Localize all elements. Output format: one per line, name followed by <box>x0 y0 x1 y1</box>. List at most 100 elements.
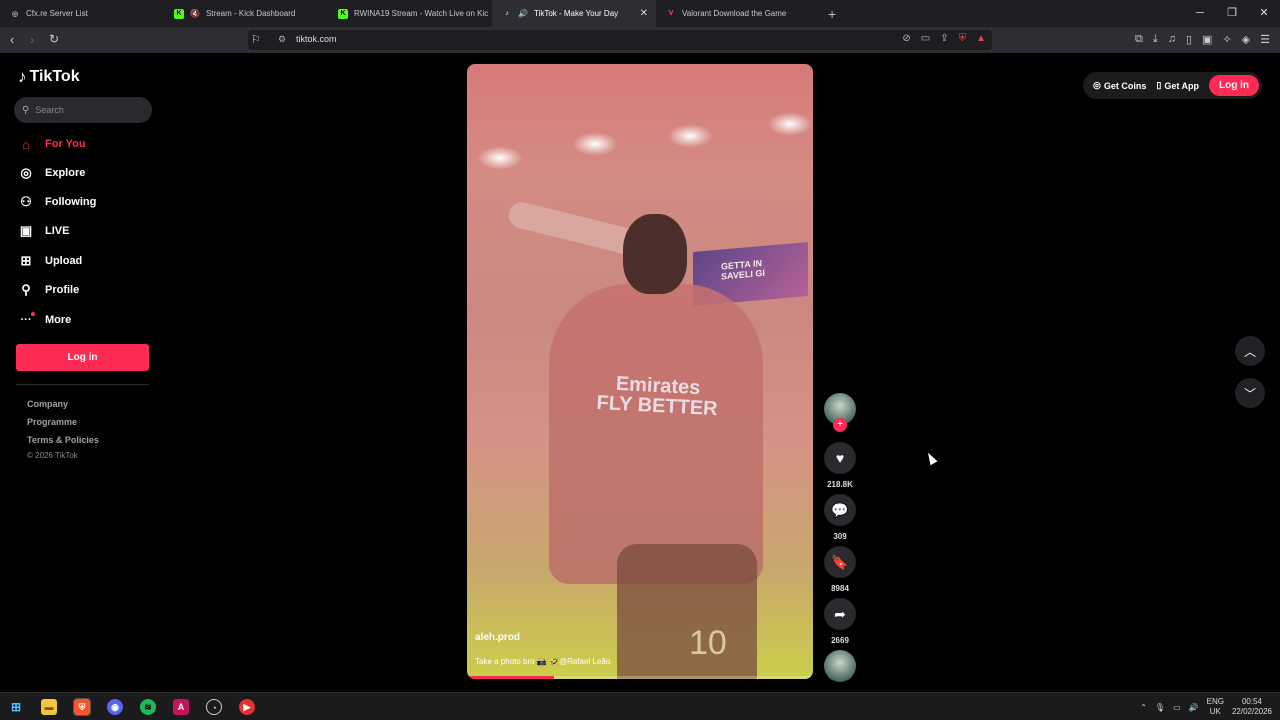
stadium-light <box>572 132 618 156</box>
app-red-icon[interactable]: ▶ <box>239 699 255 715</box>
forward-icon[interactable]: › <box>30 32 34 47</box>
system-tray: ⌃ 🎙 ▭ 🔊 ENG UK 00:54 22/02/2026 <box>1140 697 1272 717</box>
media-icon[interactable]: ♫ <box>1168 33 1176 46</box>
get-coins-button[interactable]: ◎ Get Coins <box>1093 80 1146 91</box>
save-button[interactable]: 🔖 <box>824 546 856 578</box>
cast-icon[interactable]: ▭ <box>921 33 930 44</box>
bookmark-icon[interactable]: ⚐ <box>251 33 261 46</box>
cfx-icon: ◎ <box>11 10 19 18</box>
chevron-up-icon[interactable]: ⌃ <box>1140 703 1147 712</box>
sidebar-item-for-you[interactable]: ⌂ For You <box>18 133 85 155</box>
translate-icon[interactable]: ⊘ <box>902 33 910 44</box>
search-icon: ⚲ <box>22 104 30 116</box>
comment-button[interactable]: 💬 <box>824 494 856 526</box>
follow-plus-icon[interactable]: + <box>833 418 847 432</box>
video-player[interactable]: GETTA IN SAVELI GI Emirates FLY BETTER 1… <box>467 64 813 679</box>
brave-rewards-icon[interactable]: ▲ <box>976 33 986 44</box>
brave-shield-icon[interactable]: ⛨ <box>959 33 967 44</box>
next-video-button[interactable]: ﹀ <box>1235 378 1265 408</box>
file-explorer-icon[interactable]: ▬ <box>41 699 57 715</box>
region-text: UK <box>1209 707 1221 716</box>
login-button[interactable]: Log in <box>16 344 149 371</box>
tab-title: Valorant Download the Game <box>682 9 787 18</box>
board-text: GETTA IN SAVELI GI <box>721 257 765 282</box>
vpn-icon[interactable]: ◈ <box>1242 33 1250 46</box>
like-button[interactable]: ♥ <box>824 442 856 474</box>
volume-icon[interactable]: 🔊 <box>1189 703 1199 712</box>
sidebar-item-upload[interactable]: ⊞ Upload <box>18 250 83 272</box>
tab-title: TikTok - Make Your Day <box>533 9 619 18</box>
footer-link-company[interactable]: Company <box>27 399 68 409</box>
restore-icon[interactable]: ❐ <box>1216 0 1248 27</box>
sidebar-item-explore[interactable]: ◎ Explore <box>18 162 85 184</box>
wallet-icon[interactable]: ▣ <box>1202 33 1212 46</box>
mute-icon[interactable]: 🔇 <box>190 9 200 18</box>
chevron-down-icon: ﹀ <box>1243 386 1256 401</box>
tiktok-note-icon: ♪ <box>18 67 27 86</box>
address-bar[interactable]: ⚐ ⚙ tiktok.com ⊘ ▭ ⇪ ⛨ ▲ <box>248 30 992 50</box>
sidebar-item-more[interactable]: ··· More <box>18 309 71 331</box>
video-username[interactable]: aleh.prod <box>475 632 520 643</box>
sidebar-item-live[interactable]: ▣ LIVE <box>18 220 70 242</box>
site-info-icon[interactable]: ⚙ <box>278 34 286 45</box>
compass-icon: ◎ <box>20 165 32 180</box>
new-tab-button[interactable]: + <box>828 6 836 22</box>
sidebar-item-label: LIVE <box>45 225 70 237</box>
menu-icon[interactable]: ☰ <box>1260 33 1270 46</box>
brave-browser-icon[interactable]: ⛨ <box>73 698 91 716</box>
close-window-icon[interactable]: ✕ <box>1248 0 1280 27</box>
phone-icon: ▯ <box>1156 80 1162 90</box>
tab-title: RWINA19 Stream - Watch Live on Kic <box>354 9 489 18</box>
tab-valorant[interactable]: V Valorant Download the Game <box>656 0 820 27</box>
bookmark-icon: 🔖 <box>831 553 849 570</box>
video-caption[interactable]: Take a photo bro 📸 🤣@Rafael Leão <box>475 657 610 666</box>
reload-icon[interactable]: ↻ <box>49 32 59 46</box>
url-text[interactable]: tiktok.com <box>296 34 337 44</box>
back-icon[interactable]: ‹ <box>10 32 14 47</box>
spotify-icon[interactable]: ≋ <box>140 699 156 715</box>
search-input[interactable] <box>35 105 136 115</box>
logo-text: TikTok <box>29 68 80 85</box>
footer-link-terms[interactable]: Terms & Policies <box>27 435 99 445</box>
heart-icon: ♥ <box>835 450 845 466</box>
tab-kick-dashboard[interactable]: K 🔇 Stream - Kick Dashboard <box>164 0 328 27</box>
sidebar-item-following[interactable]: ⚇ Following <box>18 191 96 213</box>
video-progress-bar[interactable] <box>467 676 813 679</box>
header-login-button[interactable]: Log in <box>1209 75 1259 96</box>
kick-icon: K <box>174 8 184 19</box>
tab-cfx-server-list[interactable]: ◎ Cfx.re Server List <box>0 0 164 27</box>
close-icon[interactable]: ✕ <box>640 8 648 19</box>
tab-kick-stream[interactable]: K RWINA19 Stream - Watch Live on Kic <box>328 0 492 27</box>
leo-ai-icon[interactable]: ✧ <box>1222 33 1231 46</box>
address-bar-row: ‹ › ↻ ⚐ ⚙ tiktok.com ⊘ ▭ ⇪ ⛨ ▲ <box>0 27 1280 53</box>
clock[interactable]: 00:54 22/02/2026 <box>1232 697 1272 717</box>
tab-search-icon[interactable]: ⧉ <box>1135 33 1143 46</box>
sidebar-item-profile[interactable]: ⚲ Profile <box>18 279 79 301</box>
live-icon: ▣ <box>19 223 33 238</box>
language-indicator[interactable]: ENG UK <box>1207 697 1224 717</box>
app-a-icon[interactable]: A <box>173 699 189 715</box>
like-count: 218.8K <box>827 480 853 489</box>
windows-start-icon[interactable]: ⊞ <box>8 699 24 715</box>
sound-avatar[interactable] <box>824 650 856 682</box>
search-box[interactable]: ⚲ <box>14 97 152 123</box>
tiktok-logo[interactable]: ♪ TikTok <box>18 67 80 87</box>
get-app-button[interactable]: ▯ Get App <box>1156 80 1199 91</box>
tab-tiktok[interactable]: ♪ 🔊 TikTok - Make Your Day ✕ <box>492 0 656 27</box>
chrome-icon[interactable]: ◉ <box>107 699 123 715</box>
footer-link-programme[interactable]: Programme <box>27 417 77 427</box>
display-icon[interactable]: ▭ <box>1173 703 1181 712</box>
sidebar-item-label: Profile <box>45 284 80 296</box>
github-icon[interactable]: ◔ <box>206 699 222 715</box>
minimize-icon[interactable]: ─ <box>1184 0 1216 27</box>
more-icon: ··· <box>18 312 35 328</box>
share-button[interactable]: ➦ <box>824 598 856 630</box>
share-icon[interactable]: ⇪ <box>940 33 948 44</box>
previous-video-button[interactable]: ︿ <box>1235 336 1265 366</box>
save-count: 8984 <box>831 584 849 593</box>
audio-icon[interactable]: 🔊 <box>518 9 528 18</box>
microphone-icon[interactable]: 🎙 <box>1155 703 1165 712</box>
sidebar-toggle-icon[interactable]: ▯ <box>1186 33 1192 46</box>
download-icon[interactable]: ⤓ <box>1153 33 1158 46</box>
valorant-icon: V <box>668 10 674 17</box>
